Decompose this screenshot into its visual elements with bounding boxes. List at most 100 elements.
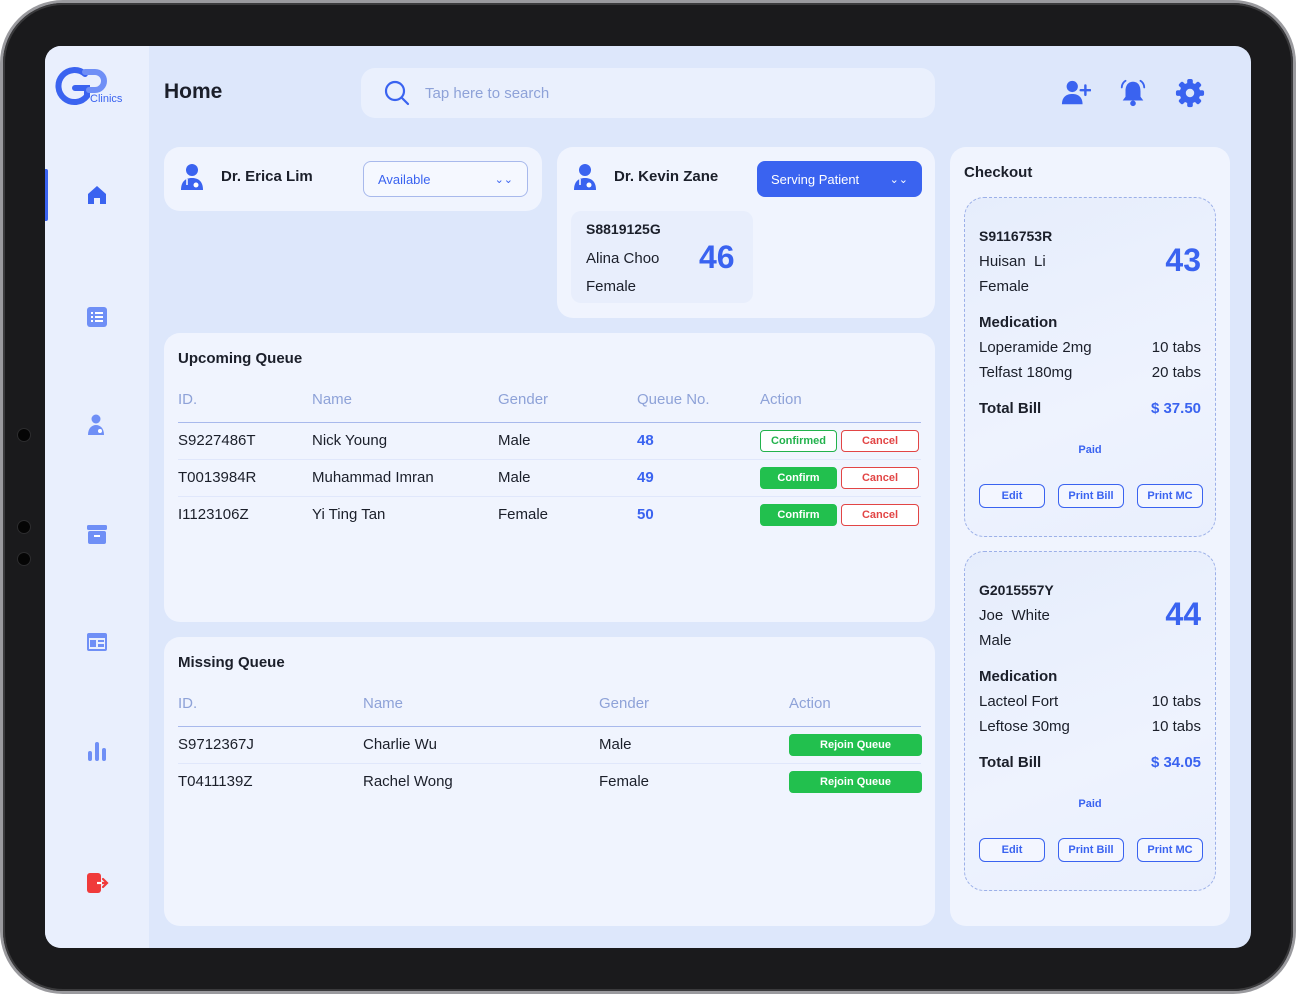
payment-status: Paid xyxy=(1078,798,1102,810)
confirm-button[interactable]: Confirm xyxy=(760,503,837,526)
search-input[interactable] xyxy=(425,84,905,102)
missing-queue-title: Missing Queue xyxy=(178,654,285,671)
cancel-button[interactable]: Cancel xyxy=(841,503,919,526)
total-bill-amount: $ 34.05 xyxy=(1150,754,1201,771)
patient-name: Huisan Li xyxy=(979,253,1046,270)
sidebar-item-list[interactable] xyxy=(45,289,149,345)
confirm-button[interactable]: Confirm xyxy=(760,466,837,489)
checkout-patient-card[interactable]: S9116753R Huisan Li Female 43 Medication… xyxy=(964,197,1216,537)
app-screen: Clinics Home Tap here to search Dr. Eric… xyxy=(45,46,1251,948)
patient-name: Joe White xyxy=(979,607,1050,624)
edit-button[interactable]: Edit xyxy=(979,838,1045,862)
notifications-button[interactable] xyxy=(1117,77,1149,109)
upcoming-queue-table: ID. Name Gender Queue No. Action S922748… xyxy=(178,388,921,533)
checkout-title: Checkout xyxy=(964,164,1033,181)
tablet-top-button xyxy=(93,0,141,1)
patient-name: Yi Ting Tan xyxy=(312,495,498,533)
patient-id: T0411139Z xyxy=(178,762,363,800)
chevron-down-icon: ⌄⌄ xyxy=(889,173,908,186)
doctor-name: Dr. Erica Lim xyxy=(221,168,313,185)
print-mc-button[interactable]: Print MC xyxy=(1137,484,1203,508)
patient-gender: Female xyxy=(586,278,637,295)
patient-id: G2015557Y xyxy=(979,582,1054,598)
patient-id: S9116753R xyxy=(979,228,1053,244)
doctor-status-dropdown[interactable]: Available ⌄⌄ xyxy=(363,161,528,197)
patient-gender: Female xyxy=(979,278,1030,295)
medication-row: Lacteol Fort 10 tabs xyxy=(979,693,1201,710)
medication-name: Leftose 30mg xyxy=(979,718,1070,735)
serving-patient-card[interactable]: S8819125G Alina Choo Female 46 xyxy=(571,211,753,303)
doctor-status-dropdown[interactable]: Serving Patient ⌄⌄ xyxy=(757,161,922,197)
settings-button[interactable] xyxy=(1174,77,1206,109)
doctor-card-erica: Dr. Erica Lim Available ⌄⌄ xyxy=(164,147,542,211)
sidebar-item-logout[interactable] xyxy=(45,855,149,911)
total-bill-amount: $ 37.50 xyxy=(1150,400,1201,417)
queue-number: 50 xyxy=(637,495,760,533)
search-icon[interactable] xyxy=(383,79,411,107)
patient-id: T0013984R xyxy=(178,458,312,496)
table-row: S9712367J Charlie Wu Male Rejoin Queue xyxy=(178,726,922,763)
doctor-icon xyxy=(88,414,104,435)
column-header-name: Name xyxy=(312,388,498,423)
doctor-name: Dr. Kevin Zane xyxy=(614,168,719,185)
row-actions: Confirmed Cancel xyxy=(760,422,921,459)
tablet-top-button xyxy=(151,0,199,1)
medication-name: Lacteol Fort xyxy=(979,693,1059,710)
patient-name: Nick Young xyxy=(312,432,388,449)
print-mc-button[interactable]: Print MC xyxy=(1137,838,1203,862)
edit-button[interactable]: Edit xyxy=(979,484,1045,508)
search-bar[interactable] xyxy=(361,68,935,118)
sidebar-item-doctors[interactable] xyxy=(45,397,149,453)
queue-number: 48 xyxy=(637,432,654,449)
list-icon xyxy=(87,307,107,327)
column-header-id: ID. xyxy=(178,692,363,727)
rejoin-queue-button[interactable]: Rejoin Queue xyxy=(789,733,922,756)
clinic-logo[interactable]: Clinics xyxy=(55,66,141,110)
patient-name: Charlie Wu xyxy=(363,736,437,753)
row-actions: Confirm Cancel xyxy=(760,495,921,533)
column-header-queue-no: Queue No. xyxy=(637,388,760,423)
camera-lens xyxy=(18,553,30,565)
notification-bell-icon xyxy=(1120,79,1146,107)
camera-lens xyxy=(18,521,30,533)
upcoming-queue-card: Upcoming Queue ID. Name Gender Queue No.… xyxy=(164,333,935,622)
print-bill-button[interactable]: Print Bill xyxy=(1058,484,1124,508)
add-user-icon xyxy=(1061,80,1091,105)
calendar-icon xyxy=(87,633,107,651)
cancel-button[interactable]: Cancel xyxy=(841,429,919,452)
medication-qty: 10 tabs xyxy=(1151,339,1201,356)
patient-gender: Female xyxy=(498,495,637,533)
add-user-button[interactable] xyxy=(1060,77,1092,109)
medication-row: Loperamide 2mg 10 tabs xyxy=(979,339,1201,356)
patient-gender: Female xyxy=(599,762,789,800)
medication-title: Medication xyxy=(979,668,1058,685)
table-row: I1123106Z Yi Ting Tan Female 50 Confirm C… xyxy=(178,495,921,533)
medication-name: Telfast 180mg xyxy=(979,364,1073,381)
logo-text: Clinics xyxy=(90,93,123,105)
tablet-frame: Clinics Home Tap here to search Dr. Eric… xyxy=(0,0,1293,991)
sidebar-item-archive[interactable] xyxy=(45,506,149,562)
patient-name: Rachel Wong xyxy=(363,762,599,800)
queue-number: 46 xyxy=(699,239,735,275)
queue-number: 44 xyxy=(1165,596,1201,632)
row-actions: Rejoin Queue xyxy=(789,726,922,763)
checkout-panel: Checkout S9116753R Huisan Li Female 43 M… xyxy=(950,147,1230,926)
row-actions: Rejoin Queue xyxy=(789,762,922,800)
sidebar-item-calendar[interactable] xyxy=(45,614,149,670)
row-actions: Confirm Cancel xyxy=(760,458,921,496)
confirmed-button[interactable]: Confirmed xyxy=(760,429,837,452)
doctor-status-value: Serving Patient xyxy=(771,171,860,187)
rejoin-queue-button[interactable]: Rejoin Queue xyxy=(789,770,922,793)
medication-qty: 10 tabs xyxy=(1151,718,1201,735)
print-bill-button[interactable]: Print Bill xyxy=(1058,838,1124,862)
checkout-patient-card[interactable]: G2015557Y Joe White Male 44 Medication L… xyxy=(964,551,1216,891)
sidebar-item-reports[interactable] xyxy=(45,723,149,779)
patient-id: S8819125G xyxy=(586,221,661,237)
settings-gear-icon xyxy=(1175,78,1205,108)
cancel-button[interactable]: Cancel xyxy=(841,466,919,489)
sidebar-item-home[interactable] xyxy=(45,167,149,223)
missing-queue-card: Missing Queue ID. Name Gender Action S97… xyxy=(164,637,935,926)
medication-qty: 20 tabs xyxy=(1151,364,1201,381)
table-row: T0013984R Muhammad Imran Male 49 Confirm… xyxy=(178,458,921,496)
column-header-action: Action xyxy=(760,388,921,423)
